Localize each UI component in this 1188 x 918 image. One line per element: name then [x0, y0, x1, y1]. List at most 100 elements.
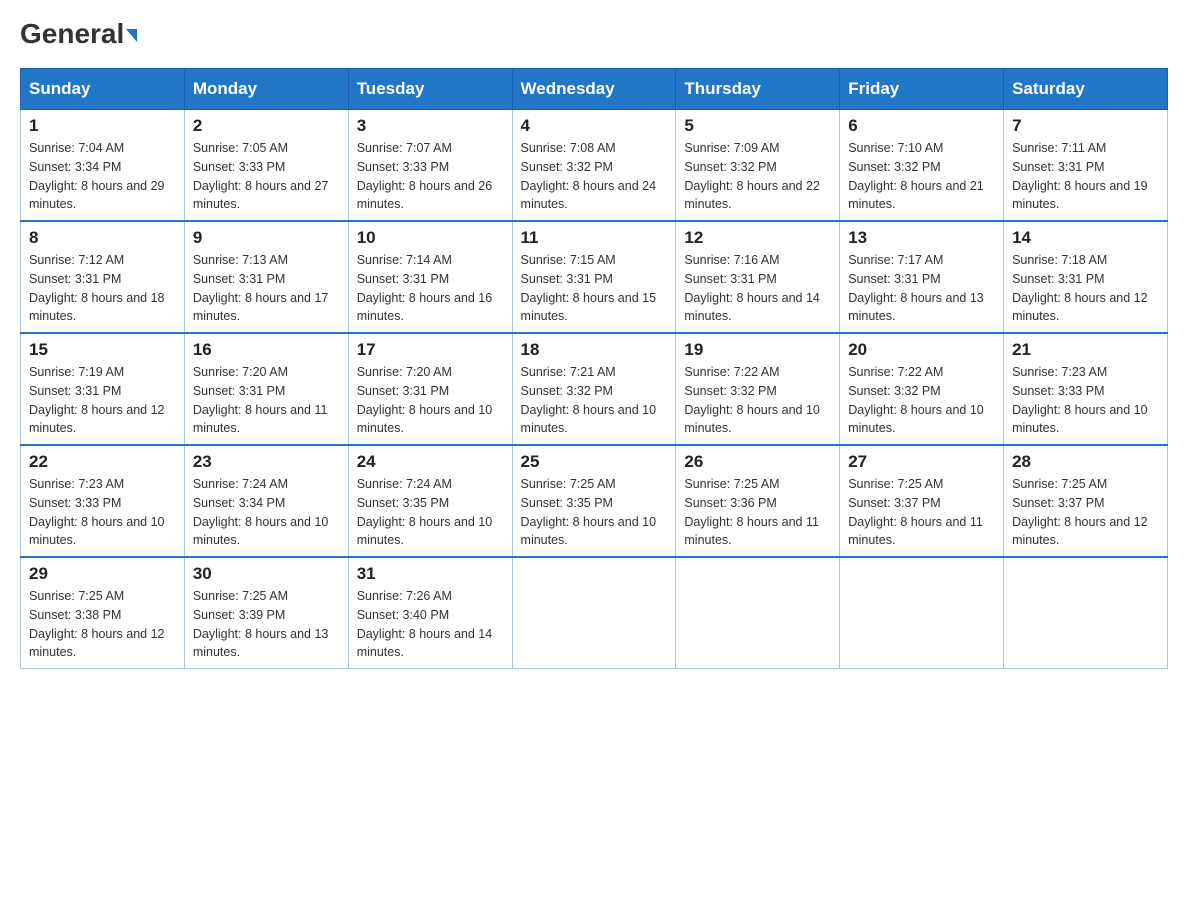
- day-info: Sunrise: 7:23 AMSunset: 3:33 PMDaylight:…: [1012, 363, 1159, 438]
- day-info: Sunrise: 7:25 AMSunset: 3:37 PMDaylight:…: [1012, 475, 1159, 550]
- day-number: 29: [29, 564, 176, 584]
- day-info: Sunrise: 7:17 AMSunset: 3:31 PMDaylight:…: [848, 251, 995, 326]
- day-info: Sunrise: 7:21 AMSunset: 3:32 PMDaylight:…: [521, 363, 668, 438]
- calendar-cell: 31 Sunrise: 7:26 AMSunset: 3:40 PMDayligh…: [348, 557, 512, 669]
- calendar-cell: [512, 557, 676, 669]
- calendar-cell: 7Sunrise: 7:11 AMSunset: 3:31 PMDaylight…: [1004, 110, 1168, 222]
- day-info: Sunrise: 7:13 AMSunset: 3:31 PMDaylight:…: [193, 251, 340, 326]
- calendar-cell: 23Sunrise: 7:24 AMSunset: 3:34 PMDayligh…: [184, 445, 348, 557]
- calendar-cell: [676, 557, 840, 669]
- calendar-cell: 4 Sunrise: 7:08 AMSunset: 3:32 PMDaylight…: [512, 110, 676, 222]
- calendar-cell: 5 Sunrise: 7:09 AMSunset: 3:32 PMDaylight…: [676, 110, 840, 222]
- calendar-cell: 13 Sunrise: 7:17 AMSunset: 3:31 PMDayligh…: [840, 221, 1004, 333]
- day-info: Sunrise: 7:07 AMSunset: 3:33 PMDaylight:…: [357, 139, 504, 214]
- calendar-cell: 19 Sunrise: 7:22 AMSunset: 3:32 PMDayligh…: [676, 333, 840, 445]
- calendar-cell: 30 Sunrise: 7:25 AMSunset: 3:39 PMDayligh…: [184, 557, 348, 669]
- day-number: 11: [521, 228, 668, 248]
- day-info: Sunrise: 7:25 AMSunset: 3:36 PMDaylight:…: [684, 475, 831, 550]
- calendar-table: SundayMondayTuesdayWednesdayThursdayFrid…: [20, 68, 1168, 669]
- day-number: 25: [521, 452, 668, 472]
- calendar-cell: 26 Sunrise: 7:25 AMSunset: 3:36 PMDayligh…: [676, 445, 840, 557]
- day-info: Sunrise: 7:25 AMSunset: 3:39 PMDaylight:…: [193, 587, 340, 662]
- day-info: Sunrise: 7:20 AMSunset: 3:31 PMDaylight:…: [193, 363, 340, 438]
- day-number: 19: [684, 340, 831, 360]
- day-info: Sunrise: 7:24 AMSunset: 3:34 PMDaylight:…: [193, 475, 340, 550]
- calendar-week-row: 15Sunrise: 7:19 AMSunset: 3:31 PMDayligh…: [21, 333, 1168, 445]
- calendar-cell: 15Sunrise: 7:19 AMSunset: 3:31 PMDayligh…: [21, 333, 185, 445]
- day-number: 24: [357, 452, 504, 472]
- calendar-cell: [1004, 557, 1168, 669]
- day-number: 12: [684, 228, 831, 248]
- calendar-cell: 16 Sunrise: 7:20 AMSunset: 3:31 PMDayligh…: [184, 333, 348, 445]
- logo: General: [20, 20, 137, 50]
- weekday-header-friday: Friday: [840, 69, 1004, 110]
- day-number: 15: [29, 340, 176, 360]
- day-number: 30: [193, 564, 340, 584]
- calendar-cell: 24 Sunrise: 7:24 AMSunset: 3:35 PMDayligh…: [348, 445, 512, 557]
- calendar-cell: 17Sunrise: 7:20 AMSunset: 3:31 PMDayligh…: [348, 333, 512, 445]
- calendar-week-row: 8 Sunrise: 7:12 AMSunset: 3:31 PMDaylight…: [21, 221, 1168, 333]
- day-number: 7: [1012, 116, 1159, 136]
- day-info: Sunrise: 7:23 AMSunset: 3:33 PMDaylight:…: [29, 475, 176, 550]
- day-info: Sunrise: 7:15 AMSunset: 3:31 PMDaylight:…: [521, 251, 668, 326]
- page-header: General: [20, 20, 1168, 50]
- day-info: Sunrise: 7:22 AMSunset: 3:32 PMDaylight:…: [848, 363, 995, 438]
- calendar-cell: 3 Sunrise: 7:07 AMSunset: 3:33 PMDaylight…: [348, 110, 512, 222]
- day-number: 5: [684, 116, 831, 136]
- weekday-header-tuesday: Tuesday: [348, 69, 512, 110]
- weekday-header-monday: Monday: [184, 69, 348, 110]
- day-number: 1: [29, 116, 176, 136]
- day-info: Sunrise: 7:08 AMSunset: 3:32 PMDaylight:…: [521, 139, 668, 214]
- calendar-week-row: 29 Sunrise: 7:25 AMSunset: 3:38 PMDayligh…: [21, 557, 1168, 669]
- day-number: 22: [29, 452, 176, 472]
- calendar-cell: 9 Sunrise: 7:13 AMSunset: 3:31 PMDaylight…: [184, 221, 348, 333]
- day-number: 4: [521, 116, 668, 136]
- calendar-cell: 18Sunrise: 7:21 AMSunset: 3:32 PMDayligh…: [512, 333, 676, 445]
- day-number: 10: [357, 228, 504, 248]
- calendar-cell: 20Sunrise: 7:22 AMSunset: 3:32 PMDayligh…: [840, 333, 1004, 445]
- weekday-header-saturday: Saturday: [1004, 69, 1168, 110]
- calendar-header: SundayMondayTuesdayWednesdayThursdayFrid…: [21, 69, 1168, 110]
- day-info: Sunrise: 7:18 AMSunset: 3:31 PMDaylight:…: [1012, 251, 1159, 326]
- day-info: Sunrise: 7:14 AMSunset: 3:31 PMDaylight:…: [357, 251, 504, 326]
- day-info: Sunrise: 7:25 AMSunset: 3:38 PMDaylight:…: [29, 587, 176, 662]
- calendar-cell: [840, 557, 1004, 669]
- calendar-week-row: 1 Sunrise: 7:04 AMSunset: 3:34 PMDaylight…: [21, 110, 1168, 222]
- day-number: 2: [193, 116, 340, 136]
- day-number: 31: [357, 564, 504, 584]
- day-number: 3: [357, 116, 504, 136]
- day-number: 21: [1012, 340, 1159, 360]
- day-number: 13: [848, 228, 995, 248]
- calendar-cell: 8 Sunrise: 7:12 AMSunset: 3:31 PMDaylight…: [21, 221, 185, 333]
- calendar-cell: 28 Sunrise: 7:25 AMSunset: 3:37 PMDayligh…: [1004, 445, 1168, 557]
- calendar-cell: 25Sunrise: 7:25 AMSunset: 3:35 PMDayligh…: [512, 445, 676, 557]
- day-info: Sunrise: 7:26 AMSunset: 3:40 PMDaylight:…: [357, 587, 504, 662]
- day-info: Sunrise: 7:22 AMSunset: 3:32 PMDaylight:…: [684, 363, 831, 438]
- calendar-cell: 10 Sunrise: 7:14 AMSunset: 3:31 PMDayligh…: [348, 221, 512, 333]
- day-number: 8: [29, 228, 176, 248]
- day-number: 9: [193, 228, 340, 248]
- day-number: 26: [684, 452, 831, 472]
- logo-text-line1: General: [20, 20, 137, 48]
- calendar-cell: 22 Sunrise: 7:23 AMSunset: 3:33 PMDayligh…: [21, 445, 185, 557]
- day-info: Sunrise: 7:24 AMSunset: 3:35 PMDaylight:…: [357, 475, 504, 550]
- day-number: 6: [848, 116, 995, 136]
- calendar-cell: 12Sunrise: 7:16 AMSunset: 3:31 PMDayligh…: [676, 221, 840, 333]
- day-info: Sunrise: 7:05 AMSunset: 3:33 PMDaylight:…: [193, 139, 340, 214]
- calendar-cell: 6Sunrise: 7:10 AMSunset: 3:32 PMDaylight…: [840, 110, 1004, 222]
- day-info: Sunrise: 7:12 AMSunset: 3:31 PMDaylight:…: [29, 251, 176, 326]
- day-number: 14: [1012, 228, 1159, 248]
- calendar-week-row: 22 Sunrise: 7:23 AMSunset: 3:33 PMDayligh…: [21, 445, 1168, 557]
- calendar-cell: 1 Sunrise: 7:04 AMSunset: 3:34 PMDaylight…: [21, 110, 185, 222]
- weekday-header-sunday: Sunday: [21, 69, 185, 110]
- day-number: 16: [193, 340, 340, 360]
- day-info: Sunrise: 7:04 AMSunset: 3:34 PMDaylight:…: [29, 139, 176, 214]
- day-info: Sunrise: 7:09 AMSunset: 3:32 PMDaylight:…: [684, 139, 831, 214]
- day-number: 28: [1012, 452, 1159, 472]
- day-info: Sunrise: 7:20 AMSunset: 3:31 PMDaylight:…: [357, 363, 504, 438]
- weekday-header-row: SundayMondayTuesdayWednesdayThursdayFrid…: [21, 69, 1168, 110]
- calendar-cell: 21 Sunrise: 7:23 AMSunset: 3:33 PMDayligh…: [1004, 333, 1168, 445]
- calendar-body: 1 Sunrise: 7:04 AMSunset: 3:34 PMDaylight…: [21, 110, 1168, 669]
- day-info: Sunrise: 7:25 AMSunset: 3:37 PMDaylight:…: [848, 475, 995, 550]
- day-number: 27: [848, 452, 995, 472]
